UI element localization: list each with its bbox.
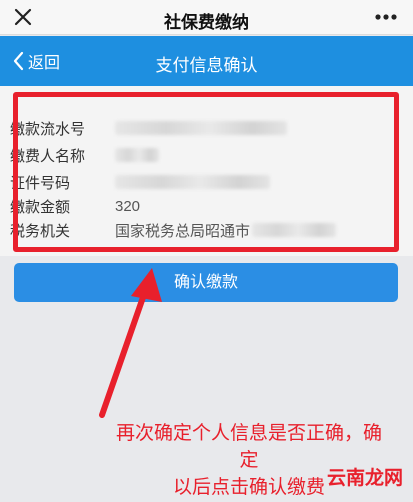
page-title: 支付信息确认 <box>155 56 258 75</box>
watermark: 云南龙网 <box>326 468 403 489</box>
page-nav-bar: 返回 支付信息确认 <box>0 36 413 86</box>
highlight-box <box>13 92 399 252</box>
more-options-icon[interactable] <box>373 5 399 29</box>
wechat-title-bar: 社保费缴纳 <box>0 0 413 35</box>
app-title: 社保费缴纳 <box>164 13 249 32</box>
confirm-payment-button[interactable]: 确认缴款 <box>14 263 398 302</box>
